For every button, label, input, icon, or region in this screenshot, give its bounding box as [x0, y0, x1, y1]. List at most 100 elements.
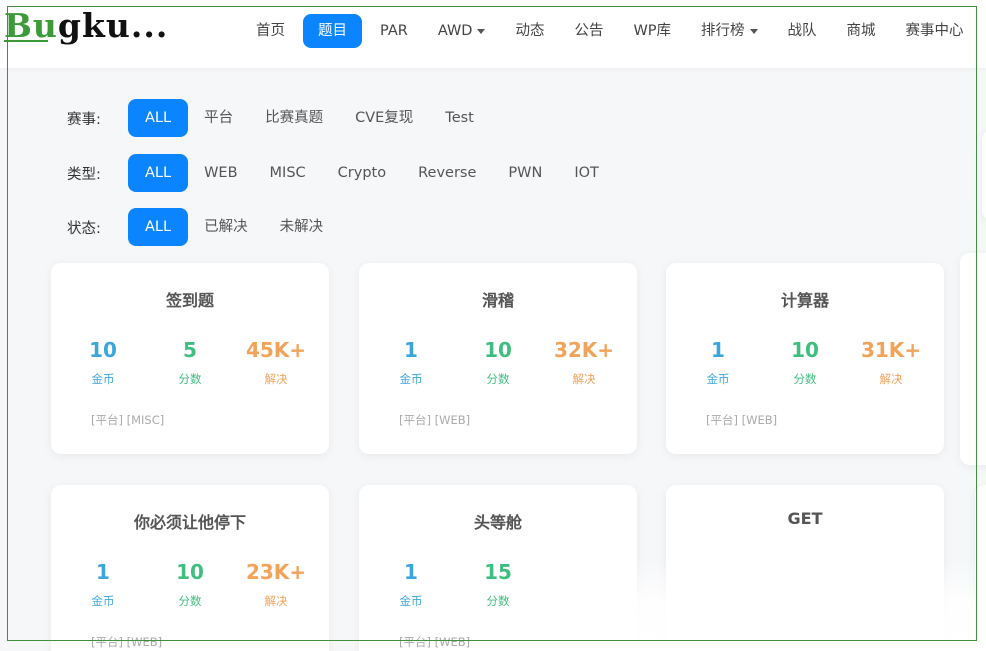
- nav-news[interactable]: 动态: [503, 14, 556, 48]
- filter-type-label: 类型:: [67, 166, 101, 183]
- caret-down-icon: [749, 28, 758, 34]
- caret-down-icon: [477, 28, 486, 34]
- filter-status-label: 状态:: [67, 220, 101, 237]
- challenge-tags: [平台] [WEB]: [91, 635, 163, 649]
- filter-event-all[interactable]: ALL: [128, 99, 189, 137]
- solved-label: 解决: [264, 372, 288, 386]
- coins-value: 1: [404, 560, 418, 584]
- bugku-logo[interactable]: Bugku...: [4, 6, 167, 52]
- nav-awd-dropdown[interactable]: AWD: [426, 14, 498, 48]
- challenge-card[interactable]: 头等舱 1 金币 15 分数 [平台] [WEB]: [359, 485, 637, 651]
- score-label: 分数: [178, 594, 202, 608]
- challenge-title: 头等舱: [473, 513, 522, 532]
- nav-teams-label: 战队: [787, 23, 817, 39]
- score-label: 分数: [178, 372, 202, 386]
- filter-type-web[interactable]: WEB: [188, 154, 253, 192]
- logo-letters-ku: ku: [81, 6, 131, 45]
- score-label: 分数: [793, 372, 817, 386]
- solved-value: 45K+: [245, 338, 307, 362]
- stat-score: 5 分数: [145, 337, 235, 387]
- filter-type-pwn[interactable]: PWN: [492, 154, 558, 192]
- stat-coins: 10 金币: [58, 337, 148, 387]
- filter-status-all[interactable]: ALL: [128, 208, 189, 246]
- nav-awd-label: AWD: [437, 23, 473, 39]
- challenge-card[interactable]: GET: [666, 485, 944, 651]
- challenge-title: 滑稽: [481, 291, 514, 310]
- filter-event-test[interactable]: Test: [429, 99, 490, 137]
- filter-event-row: 赛事: ALL 平台 比赛真题 CVE复现 Test: [67, 99, 490, 137]
- filter-status-unsolved[interactable]: 未解决: [264, 208, 340, 246]
- challenge-card[interactable]: 计算器 1 金币 10 分数 31K+ 解决 [平台] [WEB]: [666, 263, 944, 454]
- challenge-tags: [平台] [WEB]: [706, 413, 778, 427]
- coins-value: 1: [711, 338, 725, 362]
- challenge-title: 计算器: [780, 291, 829, 310]
- nav-leaderboard-dropdown[interactable]: 排行榜: [689, 14, 770, 48]
- coins-value: 1: [96, 560, 110, 584]
- filter-event-cve[interactable]: CVE复现: [339, 99, 429, 137]
- score-label: 分数: [486, 594, 510, 608]
- nav-home[interactable]: 首页: [244, 14, 297, 48]
- nav-announcements-label: 公告: [574, 23, 604, 39]
- nav-events-center[interactable]: 赛事中心: [894, 14, 976, 48]
- filter-type-misc[interactable]: MISC: [254, 154, 322, 192]
- challenge-title: GET: [787, 509, 823, 528]
- score-value: 10: [176, 560, 204, 584]
- nav-home-label: 首页: [256, 23, 285, 39]
- nav-challenges[interactable]: 题目: [303, 14, 362, 48]
- stat-score: 10 分数: [145, 559, 235, 609]
- side-widget-partial: [982, 130, 986, 220]
- solved-value: 23K+: [245, 560, 307, 584]
- score-value: 10: [791, 338, 819, 362]
- coins-label: 金币: [399, 372, 423, 386]
- nav-news-label: 动态: [515, 23, 545, 39]
- solved-value: 31K+: [860, 338, 922, 362]
- solved-label: 解决: [264, 594, 288, 608]
- filter-status-solved[interactable]: 已解决: [188, 208, 264, 246]
- nav-wp-library[interactable]: WP库: [621, 14, 683, 48]
- coins-label: 金币: [91, 372, 115, 386]
- score-value: 10: [484, 338, 512, 362]
- filter-event-label: 赛事:: [67, 111, 101, 128]
- solved-label: 解决: [879, 372, 903, 386]
- filter-event-platform[interactable]: 平台: [188, 99, 249, 137]
- filter-status-row: 状态: ALL 已解决 未解决: [67, 208, 339, 246]
- coins-value: 1: [404, 338, 418, 362]
- nav-wp-library-label: WP库: [633, 23, 672, 39]
- challenge-tags: [平台] [WEB]: [399, 635, 471, 649]
- challenge-tags: [平台] [MISC]: [91, 413, 165, 427]
- stat-score: 10 分数: [453, 337, 543, 387]
- nav-shop[interactable]: 商城: [835, 14, 888, 48]
- score-label: 分数: [486, 372, 510, 386]
- stat-solved: 31K+ 解决: [846, 337, 936, 387]
- stat-coins: 1 金币: [366, 559, 456, 609]
- solved-value: 32K+: [553, 338, 615, 362]
- challenge-card[interactable]: 签到题 10 金币 5 分数 45K+ 解决 [平台] [MISC]: [51, 263, 329, 454]
- top-header: Bugku... 首页 题目 PAR AWD 动态 公告 WP库 排行榜 战队 …: [0, 0, 986, 68]
- nav-leaderboard-label: 排行榜: [701, 23, 745, 39]
- nav-challenges-label: 题目: [318, 23, 347, 39]
- challenge-card-partial[interactable]: [975, 485, 986, 651]
- nav-announcements[interactable]: 公告: [562, 14, 615, 48]
- logo-letter-g: g: [57, 6, 82, 45]
- challenge-title: 签到题: [165, 291, 214, 310]
- main-nav: 首页 题目 PAR AWD 动态 公告 WP库 排行榜 战队 商城 赛事中心: [244, 14, 982, 48]
- nav-par[interactable]: PAR: [368, 14, 420, 48]
- filter-type-reverse[interactable]: Reverse: [402, 154, 492, 192]
- stat-solved: 32K+ 解决: [539, 337, 629, 387]
- coins-label: 金币: [706, 372, 730, 386]
- challenge-card[interactable]: 你必须让他停下 1 金币 10 分数 23K+ 解决 [平台] [WEB]: [51, 485, 329, 651]
- challenge-title: 你必须让他停下: [133, 513, 246, 532]
- challenge-card-partial[interactable]: [960, 253, 986, 465]
- filter-event-competition[interactable]: 比赛真题: [249, 99, 339, 137]
- stat-coins: 1 金币: [673, 337, 763, 387]
- stat-score: 10 分数: [760, 337, 850, 387]
- logo-dots: ...: [130, 6, 169, 45]
- nav-teams[interactable]: 战队: [776, 14, 829, 48]
- filter-type-crypto[interactable]: Crypto: [322, 154, 402, 192]
- filter-type-iot[interactable]: IOT: [558, 154, 615, 192]
- coins-label: 金币: [399, 594, 423, 608]
- challenge-card[interactable]: 滑稽 1 金币 10 分数 32K+ 解决 [平台] [WEB]: [359, 263, 637, 454]
- coins-label: 金币: [91, 594, 115, 608]
- stat-coins: 1 金币: [58, 559, 148, 609]
- filter-type-all[interactable]: ALL: [128, 154, 189, 192]
